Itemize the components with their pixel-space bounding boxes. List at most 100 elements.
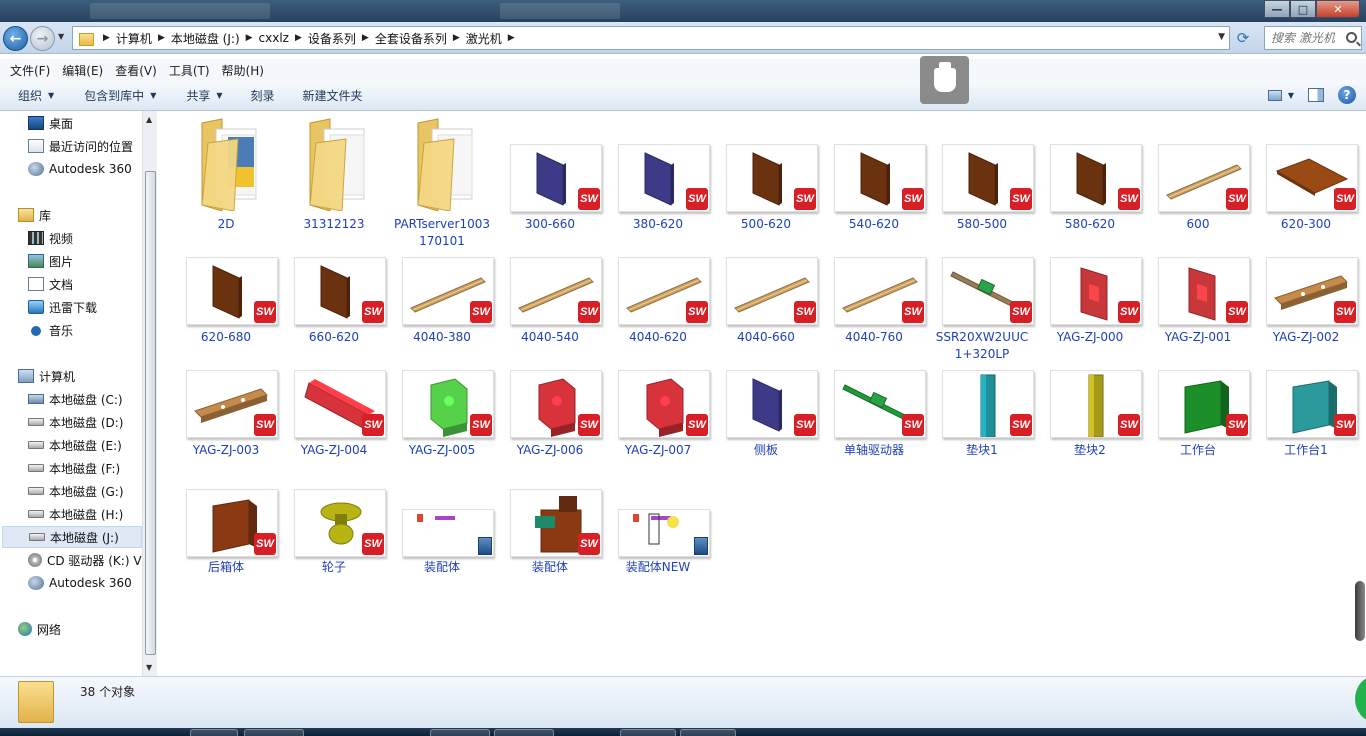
- share-button[interactable]: 共享 ▼: [168, 87, 234, 104]
- sidebar-item-thunder-downloads[interactable]: 迅雷下载: [28, 296, 142, 318]
- breadcrumb-item[interactable]: cxxlz: [259, 31, 289, 45]
- file-item[interactable]: SW 装配体: [496, 111, 604, 574]
- taskbar-button[interactable]: [430, 729, 490, 736]
- breadcrumb-chevron-icon[interactable]: ▶: [152, 33, 171, 43]
- file-item[interactable]: SW 侧板: [712, 111, 820, 457]
- menu-tools[interactable]: 工具(T): [163, 62, 216, 79]
- breadcrumb-item[interactable]: 本地磁盘 (J:): [171, 30, 240, 47]
- sidebar-item-drive-c[interactable]: 本地磁盘 (C:): [28, 388, 142, 410]
- part-thumbnail: SW: [1050, 257, 1142, 325]
- file-item[interactable]: SW 工作台: [1144, 111, 1252, 457]
- part-thumbnail: SW: [726, 144, 818, 212]
- scroll-down-arrow-icon[interactable]: ▼: [146, 663, 152, 672]
- file-grid: 2D 31312123 PARTserver1003170101 SW 300-660 S…: [158, 111, 1358, 676]
- solidworks-badge-icon: SW: [1118, 188, 1140, 210]
- solidworks-badge-icon: SW: [578, 414, 600, 436]
- view-dropdown-icon[interactable]: ▼: [1288, 91, 1294, 100]
- file-item[interactable]: SW 轮子: [280, 111, 388, 574]
- folder-icon: [77, 30, 97, 46]
- sidebar-item-drive-f[interactable]: 本地磁盘 (F:): [28, 457, 142, 479]
- sidebar-item-music[interactable]: 音乐: [28, 319, 142, 341]
- file-item[interactable]: SW 垫块2: [1036, 111, 1144, 457]
- sidebar-item-pictures[interactable]: 图片: [28, 250, 142, 272]
- breadcrumb-item[interactable]: 全套设备系列: [375, 30, 447, 47]
- sidebar-item-cd-drive-k[interactable]: CD 驱动器 (K:) V: [28, 549, 142, 571]
- organize-button[interactable]: 组织 ▼: [0, 87, 66, 104]
- sidebar-item-drive-g[interactable]: 本地磁盘 (G:): [28, 480, 142, 502]
- close-button[interactable]: ✕: [1316, 0, 1360, 18]
- sidebar-item-drive-d[interactable]: 本地磁盘 (D:): [28, 411, 142, 433]
- navigation-scrollbar[interactable]: ▲ ▼: [142, 111, 157, 676]
- menu-help[interactable]: 帮助(H): [216, 62, 270, 79]
- file-name-label: YAG-ZJ-003: [192, 443, 260, 457]
- file-item[interactable]: SW 单轴驱动器: [820, 111, 928, 457]
- taskbar-button[interactable]: [190, 729, 238, 736]
- breadcrumb-chevron-icon[interactable]: ▶: [240, 33, 259, 43]
- title-bar-ghost: [500, 3, 620, 19]
- menu-edit[interactable]: 编辑(E): [56, 62, 109, 79]
- file-name-label: 580-620: [1064, 217, 1116, 231]
- taskbar-button[interactable]: [244, 729, 304, 736]
- sidebar-item-recent-places[interactable]: 最近访问的位置: [28, 135, 142, 157]
- breadcrumb-chevron-icon[interactable]: ▶: [447, 33, 466, 43]
- breadcrumb-chevron-icon[interactable]: ▶: [356, 33, 375, 43]
- taskbar-button[interactable]: [620, 729, 676, 736]
- back-button[interactable]: ←: [3, 26, 28, 51]
- usb-device-icon[interactable]: [920, 56, 969, 104]
- content-scrollbar[interactable]: [1354, 111, 1366, 676]
- breadcrumb-chevron-icon[interactable]: ▶: [289, 33, 308, 43]
- sidebar-item-computer[interactable]: 计算机: [18, 365, 142, 387]
- sidebar-item-desktop[interactable]: 桌面: [28, 112, 142, 134]
- file-item[interactable]: 装配体NEW: [604, 111, 712, 574]
- search-icon[interactable]: [1346, 32, 1357, 43]
- menu-file[interactable]: 文件(F): [4, 62, 56, 79]
- scrollbar-thumb[interactable]: [145, 171, 156, 655]
- part-thumbnail: SW: [1158, 144, 1250, 212]
- search-input[interactable]: [1271, 31, 1343, 45]
- refresh-icon[interactable]: ⟳: [1233, 28, 1253, 48]
- sidebar-item-drive-e[interactable]: 本地磁盘 (E:): [28, 434, 142, 456]
- maximize-button[interactable]: □: [1290, 0, 1316, 18]
- file-item[interactable]: SW 后箱体: [172, 111, 280, 574]
- address-bar[interactable]: ▶ 计算机 ▶ 本地磁盘 (J:) ▶ cxxlz ▶ 设备系列 ▶ 全套设备系…: [72, 26, 1230, 50]
- sidebar-item-autodesk-360-drive[interactable]: Autodesk 360: [28, 572, 142, 594]
- sidebar-item-label: 本地磁盘 (D:): [49, 415, 124, 430]
- scrollbar-thumb[interactable]: [1355, 581, 1365, 641]
- menu-view[interactable]: 查看(V): [109, 62, 163, 79]
- burn-button[interactable]: 刻录: [235, 87, 287, 104]
- sidebar-item-label: Autodesk 360: [49, 576, 132, 590]
- breadcrumb-item[interactable]: 计算机: [116, 30, 152, 47]
- file-item[interactable]: SW 工作台1: [1252, 111, 1360, 457]
- breadcrumb-chevron-icon[interactable]: ▶: [97, 33, 116, 43]
- new-folder-button[interactable]: 新建文件夹: [287, 87, 375, 104]
- include-in-library-button[interactable]: 包含到库中 ▼: [66, 87, 168, 104]
- breadcrumb-item[interactable]: 设备系列: [308, 30, 356, 47]
- file-name-label: 垫块2: [1074, 443, 1106, 457]
- recent-pages-dropdown-icon[interactable]: ▼: [58, 32, 64, 41]
- address-history-dropdown-icon[interactable]: ▼: [1218, 32, 1225, 42]
- search-box[interactable]: [1264, 26, 1362, 50]
- preview-pane-icon[interactable]: [1308, 88, 1324, 102]
- scroll-up-arrow-icon[interactable]: ▲: [146, 115, 152, 124]
- taskbar-button[interactable]: [680, 729, 736, 736]
- minimize-button[interactable]: —: [1264, 0, 1290, 18]
- sidebar-item-network[interactable]: 网络: [18, 618, 142, 640]
- sidebar-item-autodesk-360[interactable]: Autodesk 360: [28, 158, 142, 180]
- breadcrumb-item[interactable]: 激光机: [466, 30, 502, 47]
- solidworks-badge-icon: SW: [362, 301, 384, 323]
- sidebar-item-drive-j[interactable]: 本地磁盘 (J:): [2, 526, 142, 548]
- forward-button[interactable]: →: [30, 26, 55, 51]
- drawing-thumbnail: [618, 509, 710, 557]
- breadcrumb-chevron-icon[interactable]: ▶: [502, 33, 521, 43]
- file-item[interactable]: SW 垫块1: [928, 111, 1036, 457]
- autodesk-cloud-icon: [28, 162, 44, 176]
- sidebar-item-videos[interactable]: 视频: [28, 227, 142, 249]
- sidebar-item-libraries[interactable]: 库: [18, 204, 142, 226]
- taskbar-button[interactable]: [494, 729, 554, 736]
- solidworks-badge-icon: SW: [686, 188, 708, 210]
- change-view-icon[interactable]: [1267, 89, 1282, 101]
- file-item[interactable]: 装配体: [388, 111, 496, 574]
- sidebar-item-drive-h[interactable]: 本地磁盘 (H:): [28, 503, 142, 525]
- help-button[interactable]: ?: [1338, 86, 1356, 104]
- sidebar-item-documents[interactable]: 文档: [28, 273, 142, 295]
